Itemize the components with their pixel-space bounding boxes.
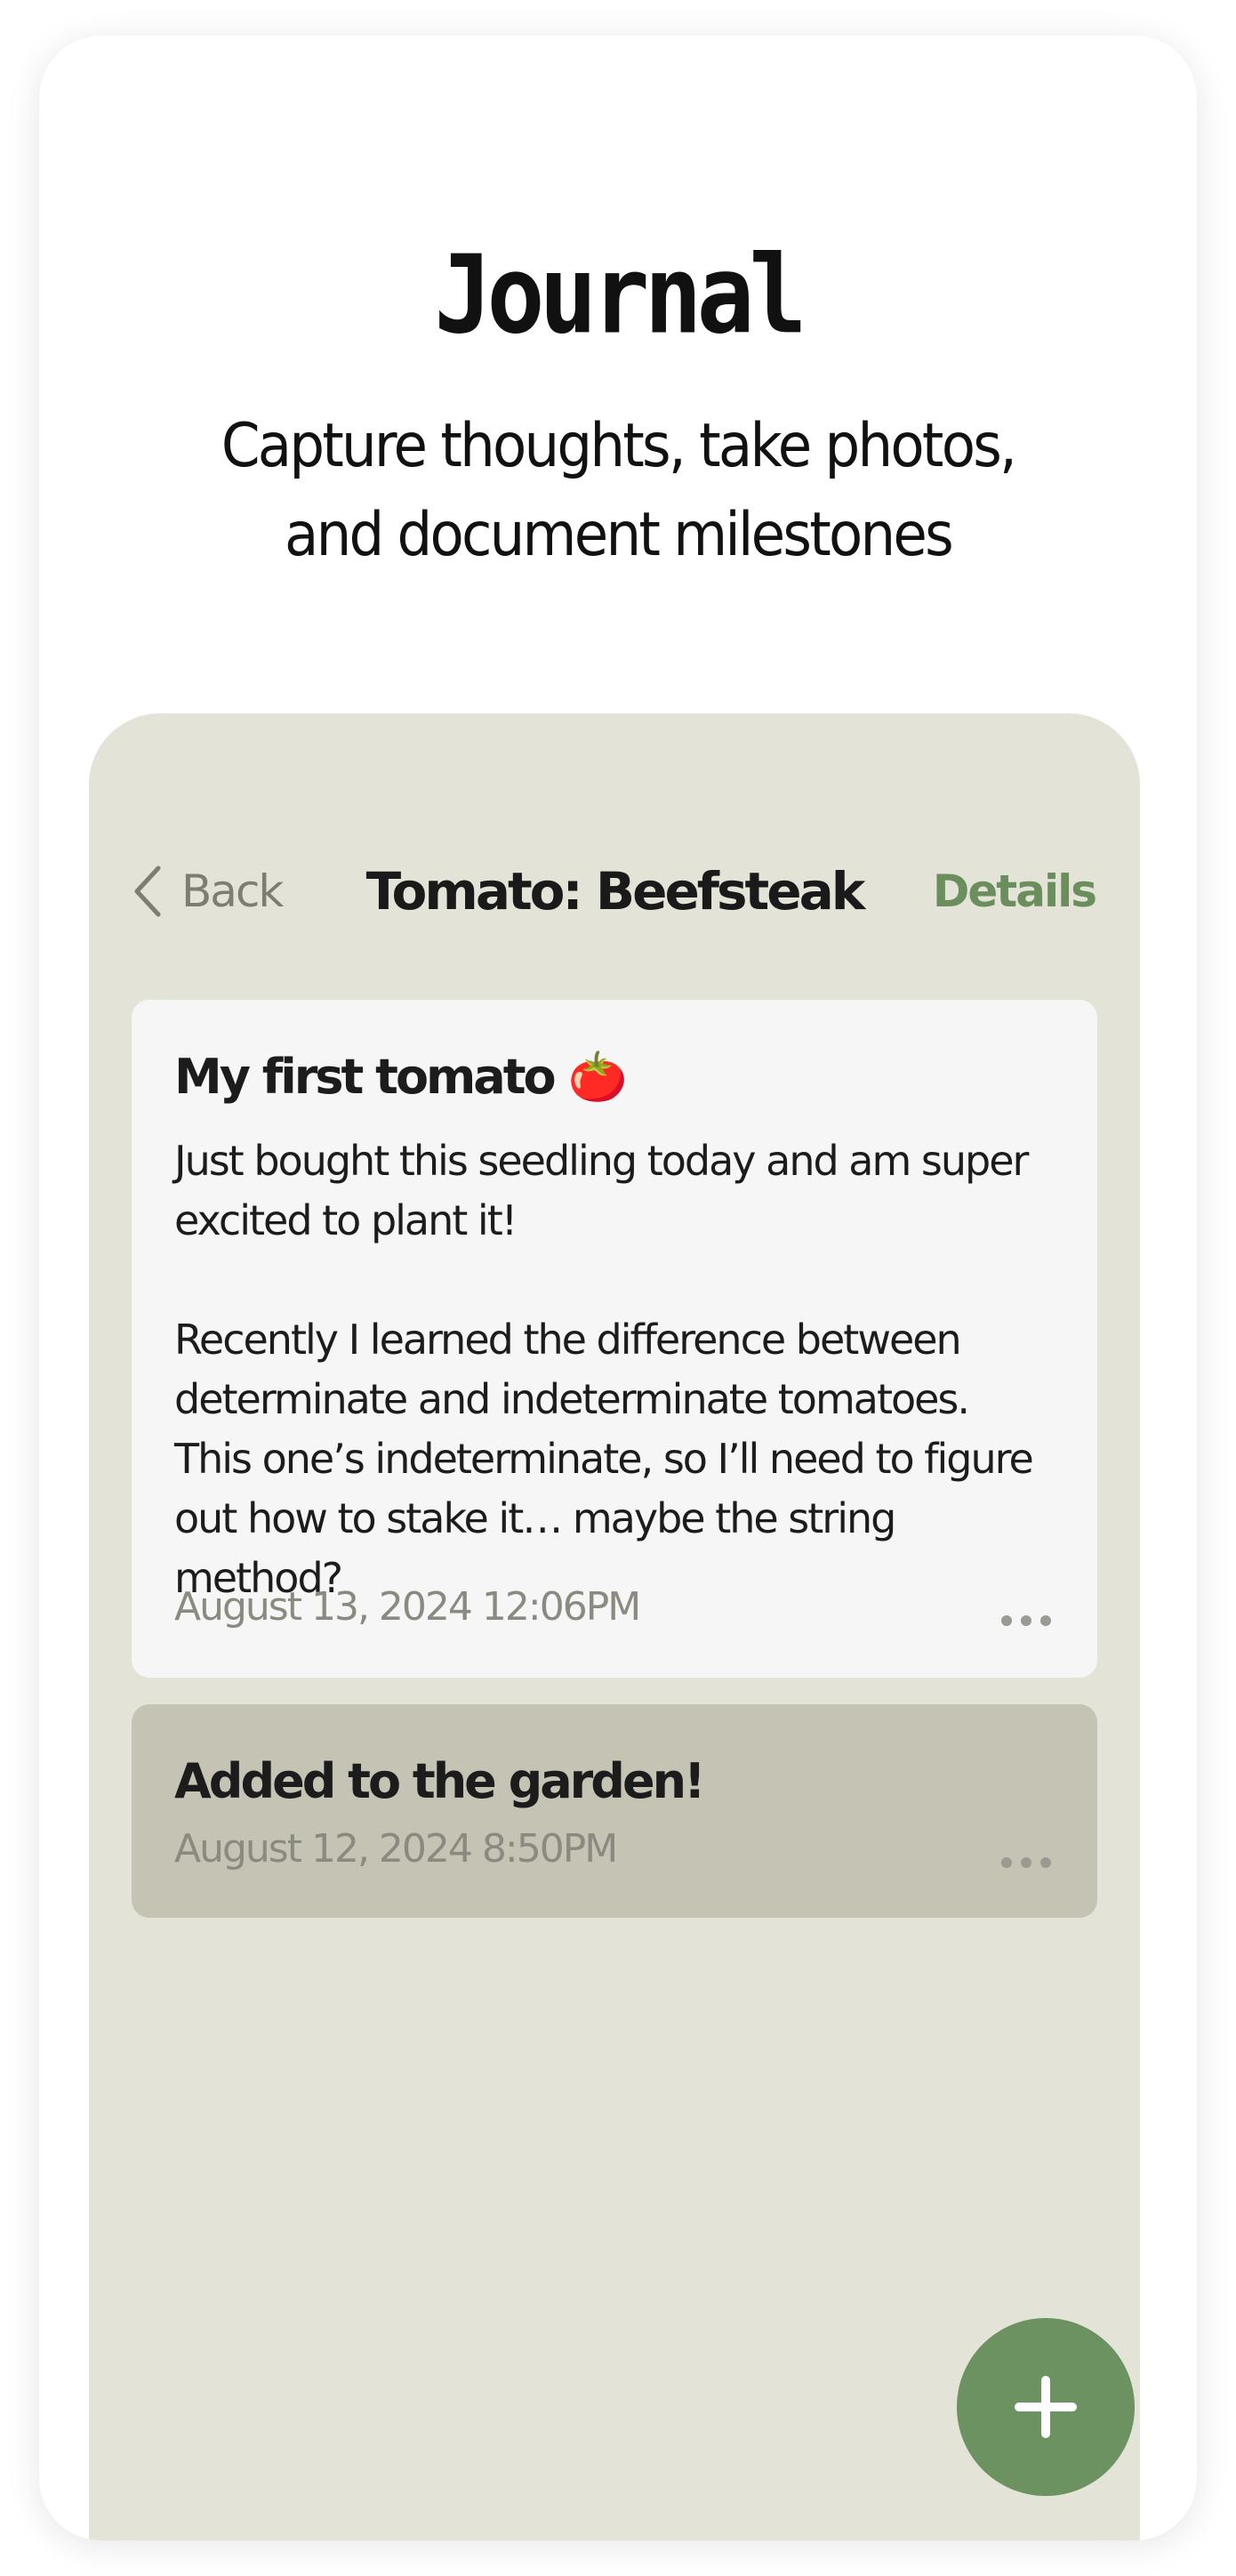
app-screen: Back Tomato: Beefsteak Details My first … (89, 713, 1140, 2540)
hero-title: Journal (434, 233, 807, 358)
more-options-icon[interactable] (1001, 1615, 1051, 1626)
add-entry-button[interactable] (957, 2318, 1135, 2496)
entry-date: August 13, 2024 12:06PM (174, 1584, 641, 1630)
page: Journal Capture thoughts, take photos, a… (0, 0, 1236, 2576)
entry-title: My first tomato 🍅 (174, 1049, 628, 1105)
hero-subtitle: Capture thoughts, take photos, and docum… (221, 411, 1017, 570)
more-options-icon[interactable] (1001, 1857, 1051, 1868)
showcase-card: Journal Capture thoughts, take photos, a… (39, 36, 1197, 2540)
details-button[interactable]: Details (933, 856, 1097, 927)
entry-body: Just bought this seedling today and am s… (174, 1137, 1034, 1602)
nav-bar: Back Tomato: Beefsteak Details (89, 856, 1140, 927)
entry-title: Added to the garden! (174, 1753, 706, 1809)
journal-entry[interactable]: Added to the garden! August 12, 2024 8:5… (132, 1704, 1097, 1918)
plus-icon (1015, 2376, 1077, 2438)
journal-entry[interactable]: My first tomato 🍅 Just bought this seedl… (132, 1000, 1097, 1678)
entry-date: August 12, 2024 8:50PM (174, 1826, 618, 1872)
